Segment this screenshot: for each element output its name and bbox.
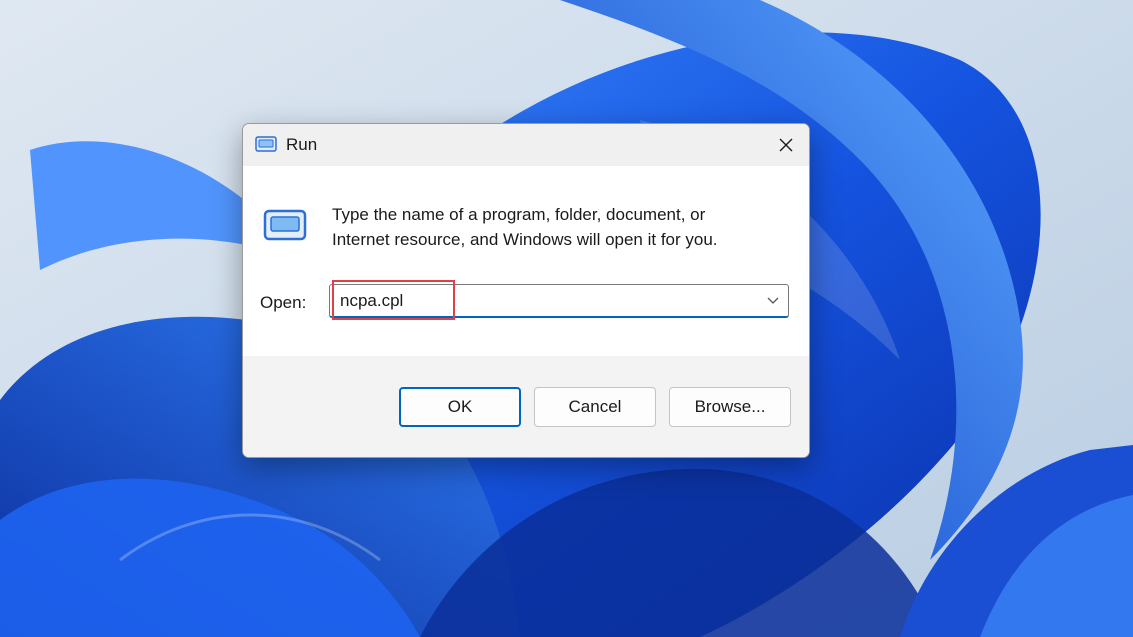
open-label: Open:: [260, 293, 307, 312]
open-input[interactable]: [330, 285, 750, 316]
run-icon: [263, 209, 307, 241]
close-button[interactable]: [763, 124, 809, 166]
description-line: Internet resource, and Windows will open…: [332, 230, 718, 249]
ok-button[interactable]: OK: [399, 387, 521, 427]
cancel-button[interactable]: Cancel: [534, 387, 656, 427]
description-line: Type the name of a program, folder, docu…: [332, 205, 706, 224]
run-icon: [255, 136, 277, 152]
dropdown-button[interactable]: [758, 285, 788, 316]
dialog-content: Type the name of a program, folder, docu…: [243, 166, 809, 356]
title-bar[interactable]: Run: [243, 124, 809, 166]
browse-button[interactable]: Browse...: [669, 387, 791, 427]
close-icon: [779, 138, 793, 152]
description: Type the name of a program, folder, docu…: [332, 202, 772, 252]
chevron-down-icon: [767, 297, 779, 304]
button-bar: OK Cancel Browse...: [243, 356, 809, 457]
open-combobox[interactable]: [329, 284, 789, 318]
run-dialog: Run Type the name of a program, folder, …: [242, 123, 810, 458]
window-title: Run: [286, 135, 318, 154]
